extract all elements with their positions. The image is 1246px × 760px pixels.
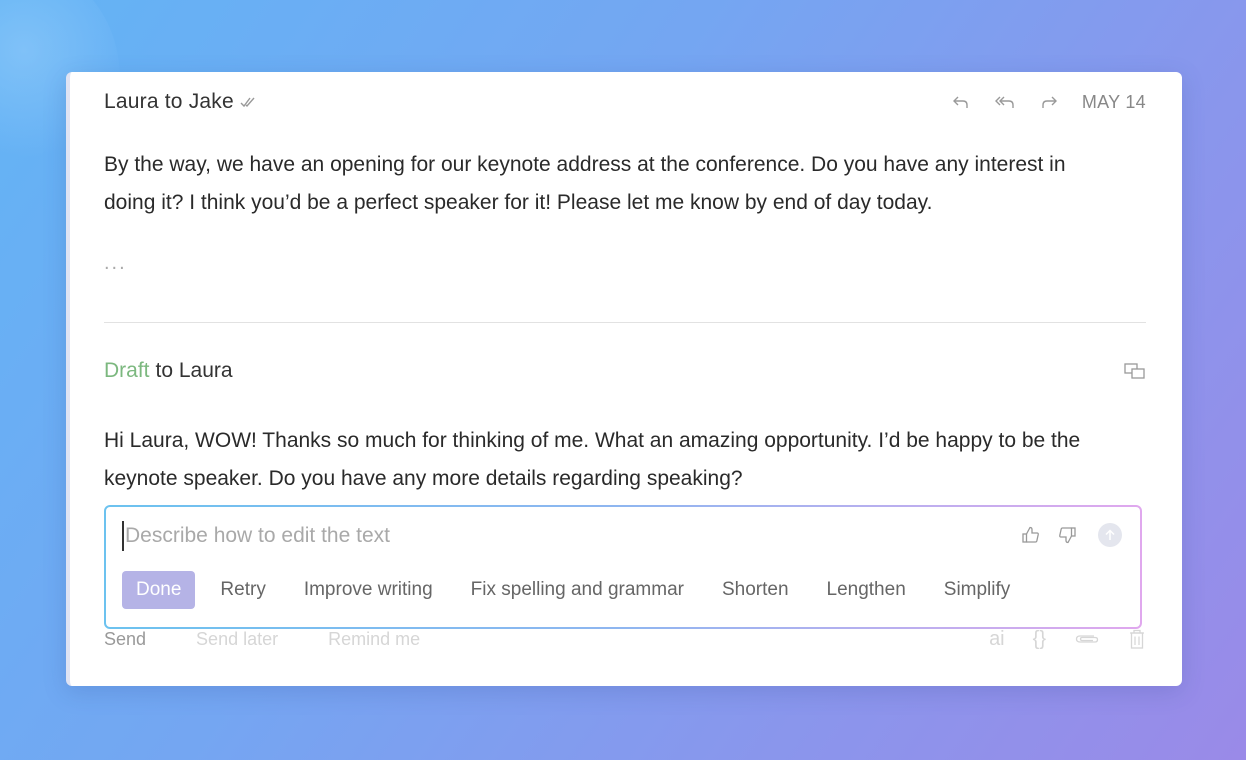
arrow-up-icon [1105, 529, 1115, 540]
sender-line: Laura to Jake [104, 90, 234, 113]
send-button[interactable]: Send [104, 629, 146, 650]
composer-footer: Send Send later Remind me ai {} [104, 624, 1146, 654]
send-later-button[interactable]: Send later [196, 629, 278, 650]
reply-icon[interactable] [950, 91, 972, 113]
fix-spelling-button[interactable]: Fix spelling and grammar [452, 571, 703, 609]
thumbs-down-icon[interactable] [1056, 524, 1078, 546]
ai-feedback-icons [1020, 523, 1122, 547]
shorten-button[interactable]: Shorten [703, 571, 808, 609]
thread-divider [104, 322, 1146, 323]
message-actions: MAY 14 [950, 91, 1146, 113]
message-date: MAY 14 [1081, 91, 1146, 112]
email-thread-card: Laura to Jake MAY 14 By the way, we have… [66, 72, 1182, 686]
lengthen-button[interactable]: Lengthen [808, 571, 925, 609]
ai-edit-panel: Done Retry Improve writing Fix spelling … [104, 505, 1142, 629]
simplify-button[interactable]: Simplify [925, 571, 1030, 609]
thumbs-up-icon[interactable] [1020, 524, 1042, 546]
popout-icon[interactable] [1124, 362, 1146, 380]
ai-action-chips: Done Retry Improve writing Fix spelling … [122, 571, 1029, 609]
draft-recipient: to Laura [155, 359, 233, 382]
reply-all-icon[interactable] [994, 91, 1016, 113]
trash-icon[interactable] [1128, 628, 1146, 650]
show-trimmed-content[interactable]: ... [104, 252, 127, 275]
ai-button[interactable]: ai [989, 628, 1005, 651]
ai-prompt-input[interactable] [122, 521, 982, 551]
snippet-button[interactable]: {} [1033, 628, 1046, 651]
draft-body[interactable]: Hi Laura, WOW! Thanks so much for thinki… [104, 422, 1122, 498]
retry-button[interactable]: Retry [201, 571, 284, 609]
double-check-icon [240, 95, 256, 109]
submit-prompt-button[interactable] [1098, 523, 1122, 547]
composer-tools: ai {} [989, 628, 1146, 651]
done-button[interactable]: Done [122, 571, 196, 609]
attachment-icon[interactable] [1074, 632, 1100, 646]
message-body: By the way, we have an opening for our k… [104, 153, 1066, 214]
message-header: Laura to Jake MAY 14 [104, 88, 1146, 116]
improve-writing-button[interactable]: Improve writing [285, 571, 452, 609]
ai-edit-panel-inner: Done Retry Improve writing Fix spelling … [106, 507, 1140, 627]
remind-me-button[interactable]: Remind me [328, 629, 420, 650]
draft-header: Draft to Laura [104, 356, 1146, 386]
draft-label: Draft [104, 359, 150, 382]
forward-icon[interactable] [1038, 91, 1060, 113]
